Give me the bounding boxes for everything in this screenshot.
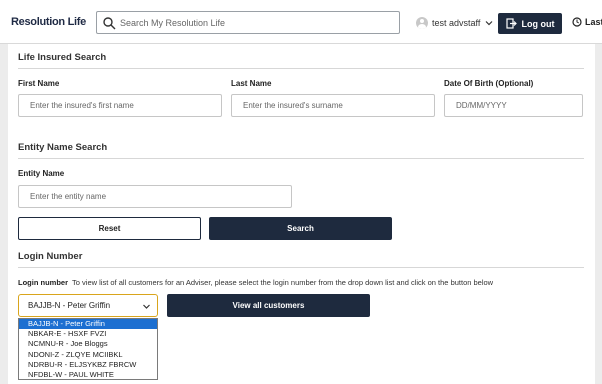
- resolution-life-logo[interactable]: Resolution Life: [11, 16, 86, 28]
- last-name-field[interactable]: [231, 94, 435, 117]
- global-search[interactable]: [96, 11, 400, 34]
- login-number-help-text: To view list of all customers for an Adv…: [72, 278, 494, 287]
- chevron-down-icon: [143, 304, 150, 309]
- entity-name-search-title: Entity Name Search: [18, 142, 108, 153]
- section-divider: [18, 68, 584, 69]
- view-all-customers-button[interactable]: View all customers: [167, 294, 370, 317]
- reset-button[interactable]: Reset: [18, 217, 201, 240]
- chevron-down-icon: [485, 21, 493, 26]
- login-number-select[interactable]: BAJJB-N - Peter Griffin: [18, 294, 158, 317]
- login-number-dropdown[interactable]: BAJJB-N - Peter Griffin NBKAR-E - HSXF F…: [18, 318, 158, 380]
- login-number-help: Login number To view list of all custome…: [18, 278, 493, 287]
- dropdown-option[interactable]: NBKAR-E - HSXF FVZI: [19, 329, 157, 339]
- clock-icon: [572, 17, 582, 27]
- login-number-title: Login Number: [18, 251, 83, 262]
- dob-field[interactable]: [444, 94, 583, 117]
- search-icon: [103, 17, 116, 30]
- life-insured-search-title: Life Insured Search: [18, 52, 107, 63]
- dropdown-option[interactable]: NDONI-Z - ZLQYE MCIIBKL: [19, 350, 157, 360]
- first-name-label: First Name: [18, 79, 60, 88]
- logout-label: Log out: [521, 18, 555, 29]
- dropdown-option[interactable]: NDRBU-R - ELJSYKBZ FBRCW: [19, 360, 157, 370]
- section-divider: [18, 267, 584, 268]
- entity-name-label: Entity Name: [18, 169, 65, 178]
- search-card: Life Insured Search First Name Last Name…: [8, 44, 595, 384]
- search-button[interactable]: Search: [209, 217, 392, 240]
- last-label: Last: [585, 17, 602, 27]
- last-login-link[interactable]: Last: [572, 17, 602, 27]
- dropdown-option[interactable]: NCMNU-R - Joe Bloggs: [19, 339, 157, 349]
- logout-icon: [505, 18, 517, 29]
- dob-label: Date Of Birth (Optional): [444, 79, 534, 88]
- user-menu[interactable]: test advstaff: [416, 14, 494, 32]
- entity-name-field[interactable]: [18, 185, 292, 208]
- login-number-selected: BAJJB-N - Peter Griffin: [28, 301, 111, 310]
- section-divider: [18, 158, 584, 159]
- login-number-label: Login number: [18, 278, 68, 287]
- dropdown-option[interactable]: NFDBL-W - PAUL WHITE: [19, 370, 157, 380]
- first-name-field[interactable]: [18, 94, 222, 117]
- user-name: test advstaff: [432, 18, 481, 28]
- logout-button[interactable]: Log out: [498, 13, 562, 34]
- top-header: Resolution Life test advstaff Log out La…: [0, 0, 602, 44]
- global-search-input[interactable]: [120, 14, 392, 31]
- avatar: [416, 17, 428, 29]
- last-name-label: Last Name: [231, 79, 272, 88]
- dropdown-option[interactable]: BAJJB-N - Peter Griffin: [19, 319, 157, 330]
